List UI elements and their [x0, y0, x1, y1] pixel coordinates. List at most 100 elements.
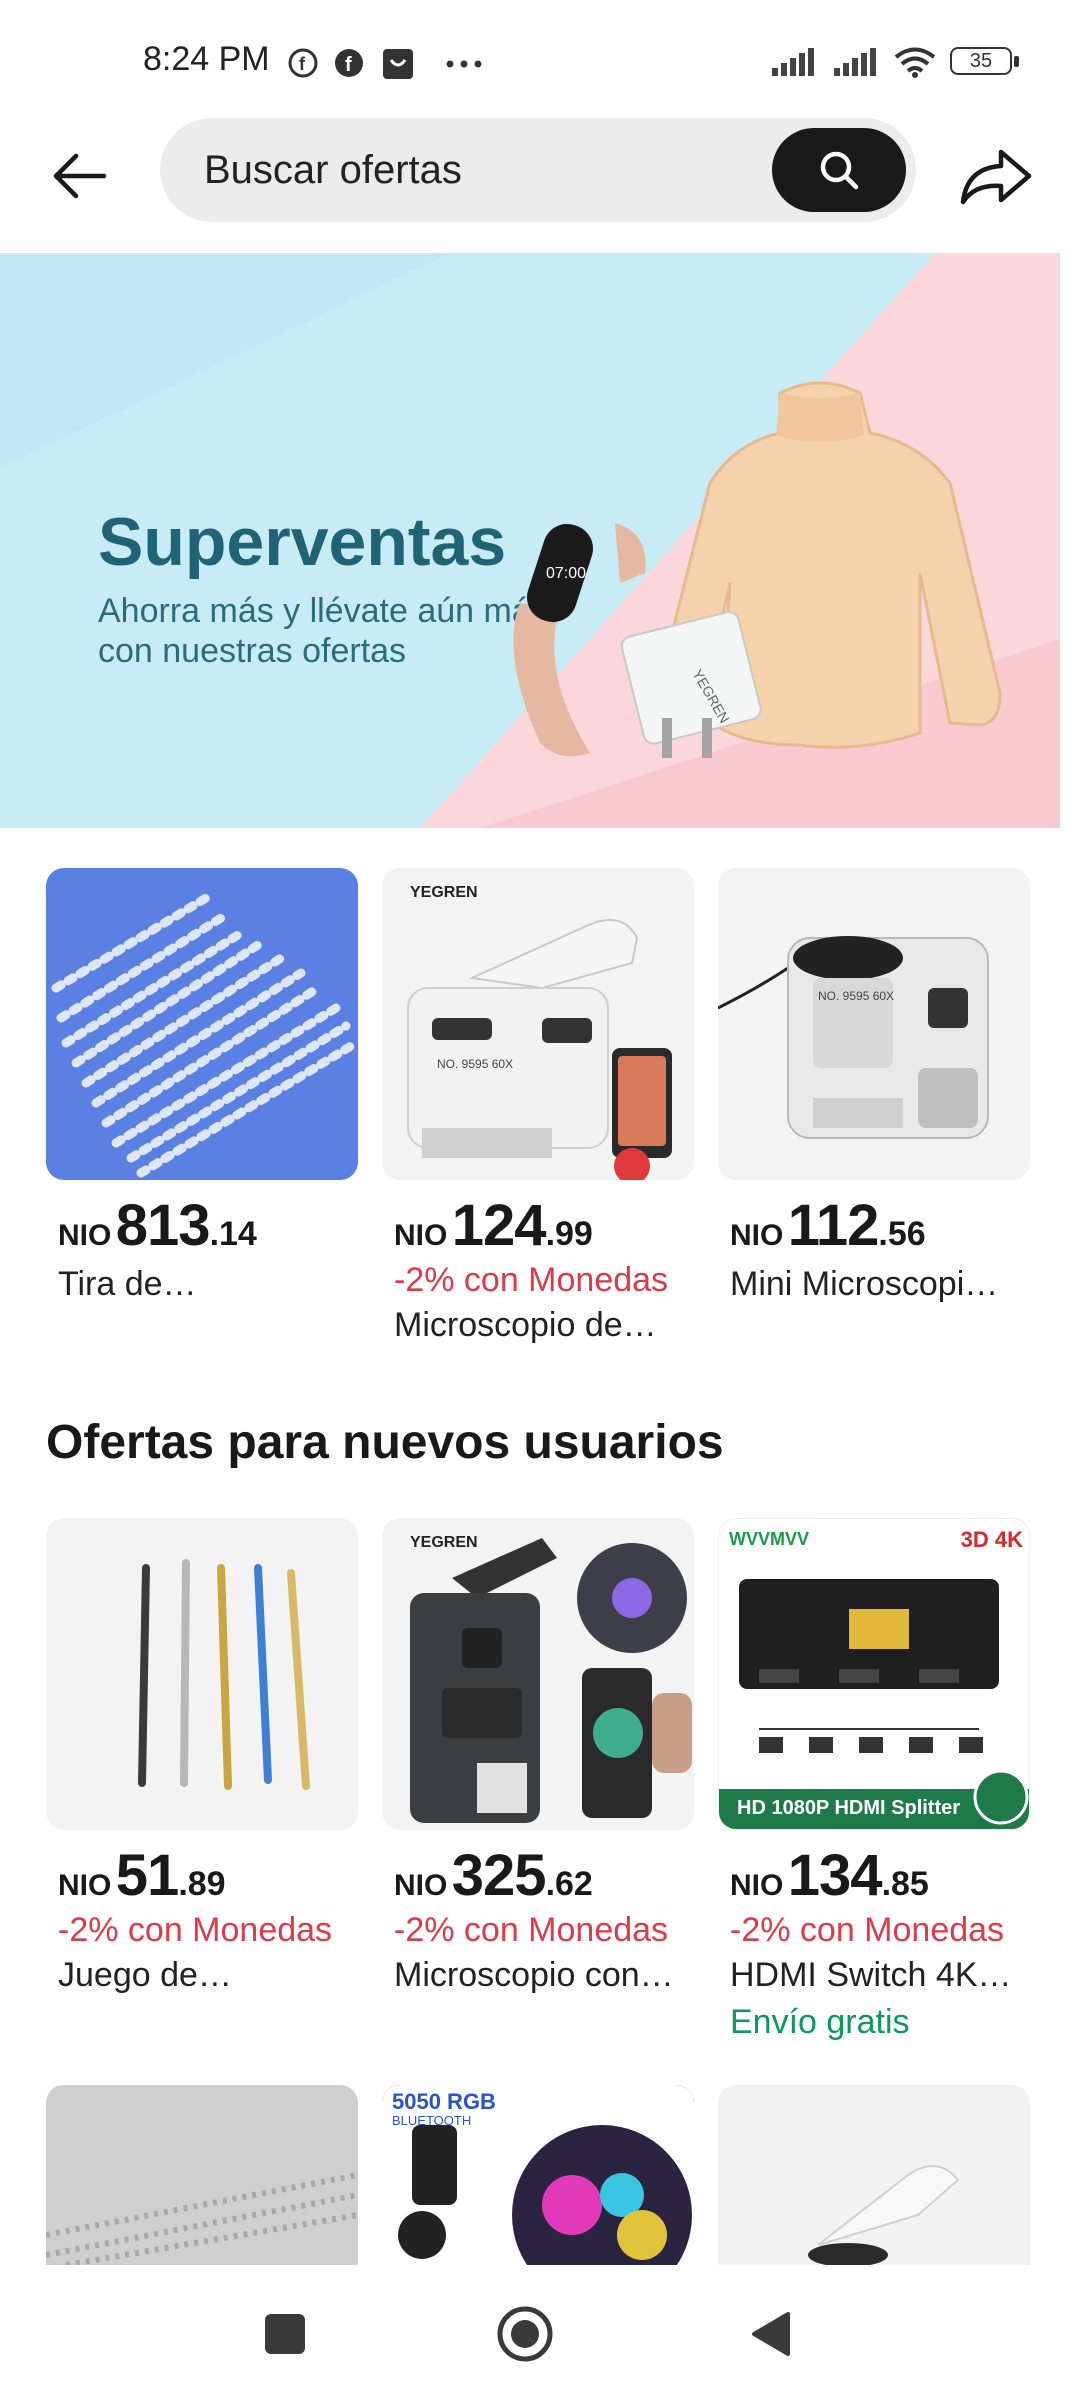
price-integer: 51 [115, 1843, 180, 1908]
battery-level: 35 [969, 50, 993, 72]
price-decimal: .14 [209, 1215, 257, 1253]
top-products-row: NIO 813.14 Tira de… YEGREN NO. 9595 60X … [46, 868, 1036, 1345]
new-users-deals-title: Ofertas para nuevos usuarios [46, 1416, 724, 1469]
product-card[interactable]: NIO 51.89 -2% con Monedas Juego de… [46, 1518, 358, 2042]
status-bar: 8:24 PM f f 35 [0, 0, 1080, 110]
product-price: NIO 112.56 [730, 1192, 1030, 1259]
product-image: YEGREN NO. 9595 60X [382, 868, 694, 1180]
coins-discount: -2% con Monedas [730, 1911, 1005, 1949]
coins-discount: -2% con Monedas [58, 1911, 333, 1949]
microscope-model: NO. 9595 60X [437, 1057, 513, 1071]
search-button[interactable] [772, 128, 906, 212]
search-icon [820, 151, 859, 190]
price-currency: NIO [730, 1869, 784, 1902]
banner-watch-time: 07:00 [546, 565, 586, 582]
rgb-title: 5050 RGB [392, 2089, 496, 2114]
square-icon [265, 2314, 305, 2354]
share-icon [960, 149, 1032, 205]
mini-microscope-image: NO. 9595 60X [718, 936, 989, 1139]
free-shipping-label: Envío gratis [730, 2003, 910, 2041]
more-notifications-icon [446, 60, 482, 68]
led-strip-panel-image [46, 2085, 358, 2265]
more-products-row: 5050 RGB BLUETOOTH [46, 2085, 1030, 2265]
superventas-banner[interactable]: Superventas Ahorra más y llévate aún más… [0, 253, 1080, 828]
price-currency: NIO [58, 1869, 112, 1902]
price-currency: NIO [730, 1219, 784, 1252]
product-image [46, 1518, 358, 1830]
price-integer: 134 [787, 1843, 883, 1908]
price-decimal: .99 [545, 1215, 593, 1253]
shopping-app-icon [383, 49, 413, 79]
product-price: NIO 51.89 [58, 1842, 358, 1909]
led-strips-image [51, 893, 356, 1178]
banner-products-image: YEGREN 07:00 [513, 381, 1002, 758]
product-card[interactable]: 5050 RGB BLUETOOTH [382, 2085, 694, 2265]
price-decimal: .89 [178, 1865, 226, 1903]
status-indicators: 35 [770, 46, 1020, 78]
product-card[interactable]: YEGREN NO. 9595 60X NIO 124.99 -2% con M… [382, 868, 694, 1345]
product-image [46, 868, 358, 1180]
svg-text:f: f [345, 54, 352, 76]
product-title: Microscopio con… [394, 1956, 674, 1994]
product-title: Microscopio de… [394, 1306, 657, 1344]
price-integer: 813 [115, 1193, 211, 1258]
clip-microscope-image [410, 1538, 692, 1823]
back-button[interactable] [44, 140, 116, 212]
share-button[interactable] [956, 140, 1036, 212]
signal-2-icon [834, 48, 876, 76]
signal-icon [772, 48, 814, 76]
triangle-back-icon [752, 2312, 790, 2356]
price-integer: 124 [451, 1193, 547, 1258]
back-arrow-icon [53, 153, 107, 199]
facebook-notification-icon: f [288, 48, 318, 78]
product-image: WVVMVV 3D 4K HD 1080P HDMI Splitter [718, 1518, 1030, 1830]
coins-discount: -2% con Monedas [394, 1261, 669, 1299]
microscope-image: NO. 9595 60X [407, 919, 672, 1180]
hdmi-switch-image [719, 1579, 1029, 1829]
home-circle-icon [497, 2306, 553, 2362]
price-integer: 325 [451, 1843, 547, 1908]
product-price: NIO 134.85 [730, 1842, 1030, 1909]
search-input[interactable]: Buscar ofertas [160, 118, 916, 222]
wifi-icon [894, 47, 936, 78]
hdmi-splitter-strip: HD 1080P HDMI Splitter [737, 1797, 961, 1819]
svg-text:f: f [299, 54, 306, 74]
search-placeholder: Buscar ofertas [204, 148, 462, 192]
recent-apps-button[interactable] [255, 2304, 315, 2364]
battery-icon: 35 [950, 47, 1020, 77]
product-image: NO. 9595 60X [718, 868, 1030, 1180]
price-currency: NIO [394, 1869, 448, 1902]
price-integer: 112 [787, 1193, 880, 1258]
new-users-products-row: NIO 51.89 -2% con Monedas Juego de… YEGR… [46, 1518, 1036, 2042]
dental-tools-image [138, 1559, 310, 1790]
price-currency: NIO [394, 1219, 448, 1252]
product-title: Mini Microscopi… [730, 1265, 999, 1303]
product-title: HDMI Switch 4K… [730, 1956, 1012, 1994]
price-decimal: .56 [878, 1215, 926, 1253]
price-decimal: .62 [545, 1865, 593, 1903]
system-navigation-bar [0, 2268, 1080, 2400]
price-currency: NIO [58, 1219, 112, 1252]
product-card[interactable] [46, 2085, 358, 2265]
product-price: NIO 325.62 [394, 1842, 694, 1909]
mini-microscope-model: NO. 9595 60X [818, 989, 894, 1003]
header: Buscar ofertas [0, 110, 1080, 250]
product-title: Tira de… [58, 1265, 197, 1303]
product-card[interactable]: YEGREN NIO 325.62 -2% con Monedas Micros… [382, 1518, 694, 2042]
home-button[interactable] [495, 2304, 555, 2364]
rgb-subtitle: BLUETOOTH [392, 2113, 472, 2128]
coins-discount: -2% con Monedas [394, 1911, 669, 1949]
product-card[interactable]: NO. 9595 60X NIO 112.56 Mini Microscopi… [718, 868, 1030, 1345]
product-card[interactable]: NIO 813.14 Tira de… [46, 868, 358, 1345]
product-title: Juego de… [58, 1956, 232, 1994]
product-card[interactable]: WVVMVV 3D 4K HD 1080P HDMI Splitter NIO … [718, 1518, 1030, 2042]
product-card[interactable] [718, 2085, 1030, 2265]
phone-clip-image [718, 2085, 1030, 2265]
status-time: 8:24 PM [143, 40, 270, 78]
price-decimal: .85 [881, 1865, 929, 1903]
product-image: YEGREN [382, 1518, 694, 1830]
product-price: NIO 124.99 [394, 1192, 694, 1259]
back-nav-button[interactable] [740, 2304, 800, 2364]
product-price: NIO 813.14 [58, 1192, 358, 1259]
facebook-icon: f [335, 49, 363, 77]
